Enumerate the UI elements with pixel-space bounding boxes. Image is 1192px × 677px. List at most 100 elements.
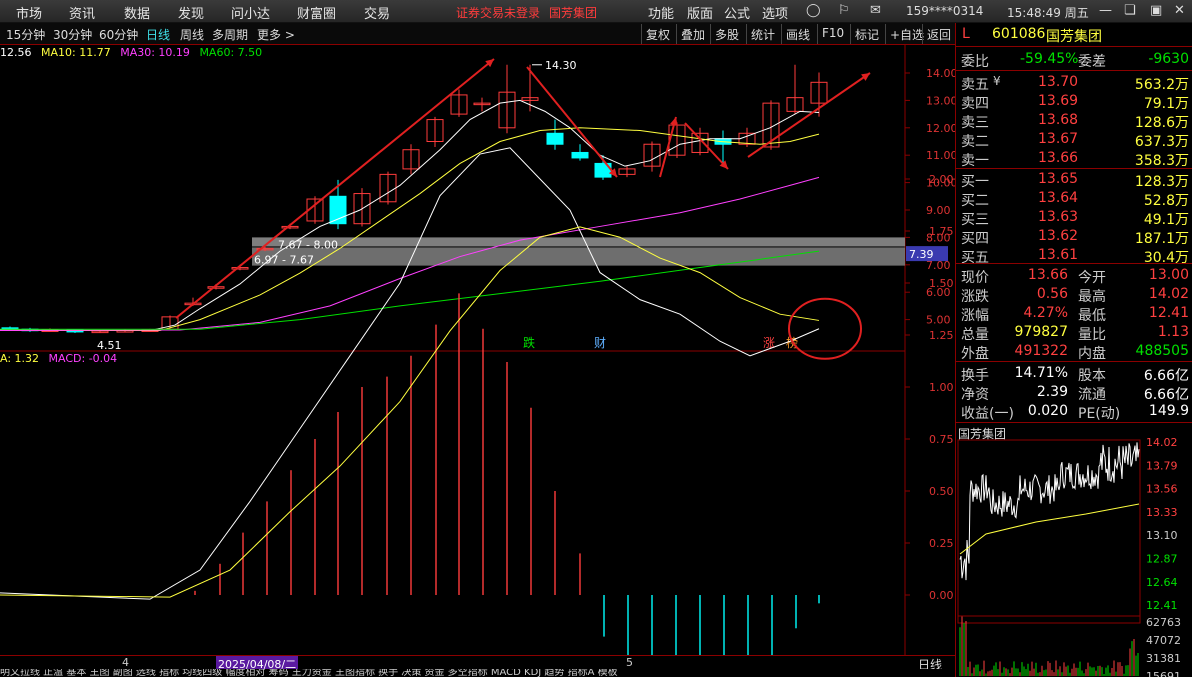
menu-formula[interactable]: 公式 bbox=[724, 3, 750, 22]
tool-overlay[interactable]: 叠加 bbox=[676, 24, 709, 44]
trend-arrow bbox=[747, 72, 871, 158]
stat-row: 净资 2.39 流通 6.66亿 bbox=[956, 383, 1192, 403]
ask-label: 卖一 bbox=[961, 153, 989, 169]
quote-panel: L 601086 国芳集团 委比 -59.45% 委差 -9630 卖五 ¥13.… bbox=[955, 23, 1192, 677]
indicator-tabs[interactable]: 明文拉线 正温 基本 主图 副图 选线 指标 均线四级 幅度相对 筹码 主力资金… bbox=[0, 669, 955, 677]
menu-ask-xiaoda[interactable]: 问小达 bbox=[231, 3, 270, 22]
kline-chart[interactable]: 14.0013.0012.0011.0010.009.008.007.006.0… bbox=[0, 45, 955, 655]
period-daily[interactable]: 日线 bbox=[146, 26, 170, 43]
ask-row[interactable]: 卖三 13.68 128.6万 bbox=[956, 111, 1192, 131]
mini-price-label: 12.87 bbox=[1146, 553, 1178, 566]
quote-label-2: 今开 bbox=[1078, 270, 1106, 286]
stock-name: 国芳集团 bbox=[1046, 29, 1102, 45]
ask-row[interactable]: 卖五 ¥13.70 563.2万 bbox=[956, 73, 1192, 93]
quote-label-2: 最低 bbox=[1078, 308, 1106, 324]
bid-price: 13.65 bbox=[1038, 171, 1079, 187]
login-warning[interactable]: 证券交易未登录 bbox=[456, 4, 540, 21]
quote-value: 4.27% bbox=[1023, 305, 1068, 321]
mini-price-label: 13.10 bbox=[1146, 529, 1178, 542]
quote-value-2: 13.00 bbox=[1148, 267, 1189, 283]
stat-label-2: 股本 bbox=[1078, 368, 1106, 384]
clock: 15:48:49 周五 bbox=[1007, 6, 1089, 20]
month-4-label: 4 bbox=[122, 656, 129, 669]
period-more[interactable]: 更多 > bbox=[257, 26, 295, 43]
menu-news[interactable]: 资讯 bbox=[69, 3, 95, 22]
ask-row[interactable]: 卖二 13.67 637.3万 bbox=[956, 130, 1192, 150]
low-label: 4.51 bbox=[97, 339, 122, 352]
restore-icon[interactable]: ❏ bbox=[1124, 3, 1136, 18]
bid-row[interactable]: 买四 13.62 187.1万 bbox=[956, 227, 1192, 247]
ask-row[interactable]: 卖一 13.66 358.3万 bbox=[956, 149, 1192, 169]
bell-icon[interactable]: ⚐ bbox=[838, 3, 850, 18]
gap-label-lower: 6.97 - 7.67 bbox=[254, 253, 314, 266]
menu-layout[interactable]: 版面 bbox=[687, 3, 713, 22]
quote-row: 外盘 491322 内盘 488505 bbox=[956, 342, 1192, 362]
dif-line bbox=[0, 147, 820, 600]
arrow-head bbox=[861, 73, 870, 81]
tool-mark[interactable]: 标记 bbox=[850, 24, 883, 44]
date-axis: 4 2025/04/08/二 5 日线 bbox=[0, 655, 955, 672]
tool-adjust[interactable]: 复权 bbox=[641, 24, 674, 44]
period-30min[interactable]: 30分钟 bbox=[53, 26, 92, 43]
macd-axis-label: 1.50 bbox=[929, 277, 954, 290]
bid-row[interactable]: 买三 13.63 49.1万 bbox=[956, 208, 1192, 228]
mini-price-label: 13.79 bbox=[1146, 459, 1178, 472]
weicha-label: 委差 bbox=[1078, 54, 1106, 70]
ask-label: 卖四 bbox=[961, 96, 989, 112]
menu-options[interactable]: 选项 bbox=[762, 3, 788, 22]
stat-value: 0.020 bbox=[1027, 403, 1068, 419]
trend-arrow bbox=[684, 122, 729, 170]
price-axis-label: 12.00 bbox=[926, 122, 955, 135]
stat-label: 净资 bbox=[961, 387, 989, 403]
tool-stats[interactable]: 统计 bbox=[746, 24, 779, 44]
bid-volume: 187.1万 bbox=[1134, 231, 1189, 247]
menu-market[interactable]: 市场 bbox=[16, 3, 42, 22]
quote-value-2: 1.13 bbox=[1157, 324, 1189, 340]
menu-function[interactable]: 功能 bbox=[648, 3, 674, 22]
macd-axis-label: 0.25 bbox=[929, 537, 954, 550]
tool-f10[interactable]: F10 bbox=[817, 24, 848, 44]
quote-label: 现价 bbox=[961, 270, 989, 286]
macd-axis-label: 0.75 bbox=[929, 433, 954, 446]
stat-label: 换手 bbox=[961, 368, 989, 384]
period-multi[interactable]: 多周期 bbox=[212, 26, 248, 43]
tool-multi-stock[interactable]: 多股 bbox=[710, 24, 743, 44]
period-weekly[interactable]: 周线 bbox=[180, 26, 204, 43]
candle-down bbox=[546, 132, 564, 145]
stat-value-2: 149.9 bbox=[1148, 403, 1189, 419]
close-icon[interactable]: ✕ bbox=[1174, 3, 1185, 18]
stat-value: 2.39 bbox=[1036, 384, 1068, 400]
mini-volume-label: 31381 bbox=[1146, 652, 1181, 665]
ask-volume: 358.3万 bbox=[1134, 153, 1189, 169]
user-account[interactable]: 159****0314 bbox=[906, 4, 983, 18]
ask-row[interactable]: 卖四 13.69 79.1万 bbox=[956, 92, 1192, 112]
trend-arrow bbox=[526, 66, 618, 178]
period-15min[interactable]: 15分钟 bbox=[6, 26, 45, 43]
mini-volume-label: 47072 bbox=[1146, 634, 1181, 647]
menu-discover[interactable]: 发现 bbox=[178, 3, 204, 22]
bid-row[interactable]: 买二 13.64 52.8万 bbox=[956, 189, 1192, 209]
intraday-mini-chart[interactable]: 14.02 13.79 13.56 13.33 13.10 12.87 12.64 12.41… bbox=[956, 426, 1192, 677]
dea-line bbox=[0, 226, 820, 598]
quote-label-2: 量比 bbox=[1078, 327, 1106, 343]
gap-label-upper: 7.67 - 8.00 bbox=[278, 238, 338, 251]
macd-dea-value: A: 1.32 bbox=[0, 352, 40, 365]
minimize-icon[interactable]: — bbox=[1099, 3, 1112, 18]
tool-draw[interactable]: 画线 bbox=[781, 24, 814, 44]
menu-data[interactable]: 数据 bbox=[124, 3, 150, 22]
macd-axis-label: 1.25 bbox=[929, 329, 954, 342]
bid-volume: 49.1万 bbox=[1143, 212, 1189, 228]
trend-arrow bbox=[659, 116, 677, 178]
maximize-icon[interactable]: ▣ bbox=[1150, 3, 1162, 18]
stat-value-2: 6.66亿 bbox=[1143, 387, 1189, 403]
bid-row[interactable]: 买一 13.65 128.3万 bbox=[956, 170, 1192, 190]
tool-back[interactable]: 返回 bbox=[922, 24, 955, 44]
menu-wealth-circle[interactable]: 财富圈 bbox=[297, 3, 336, 22]
mail-icon[interactable]: ✉ bbox=[870, 3, 881, 18]
headset-icon[interactable]: ◯ bbox=[806, 3, 821, 18]
period-60min[interactable]: 60分钟 bbox=[99, 26, 138, 43]
menu-trade[interactable]: 交易 bbox=[364, 3, 390, 22]
gap-zone-lower bbox=[252, 247, 905, 266]
stat-value-2: 6.66亿 bbox=[1143, 368, 1189, 384]
quote-value-2: 12.41 bbox=[1148, 305, 1189, 321]
